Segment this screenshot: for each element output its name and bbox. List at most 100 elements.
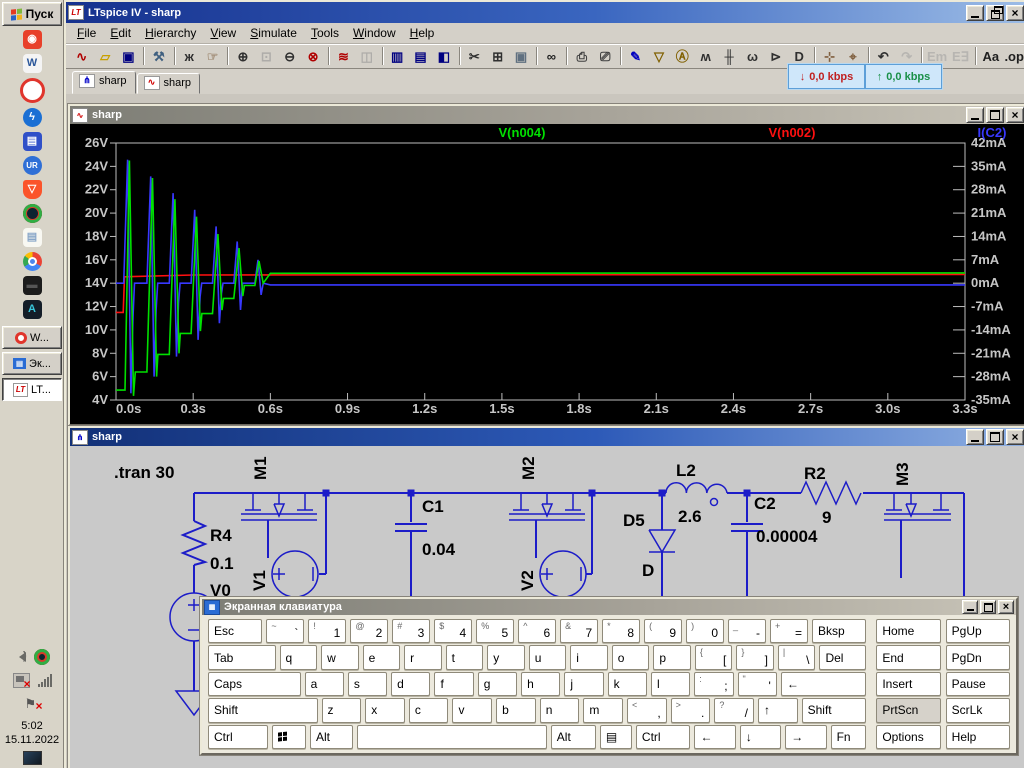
end-key[interactable]: End: [876, 645, 940, 669]
r-key[interactable]: r: [404, 645, 442, 669]
ur-browser-icon[interactable]: UR: [23, 156, 42, 175]
Shift-key[interactable]: Shift: [208, 698, 318, 722]
label-c2-value[interactable]: 0.00004: [756, 527, 818, 546]
alltrades-icon[interactable]: A: [23, 300, 42, 319]
component-c1[interactable]: C1 0.04: [395, 497, 456, 559]
new-schematic-button[interactable]: ∿: [70, 45, 93, 67]
5-key[interactable]: %5: [476, 619, 514, 643]
pgup-key[interactable]: PgUp: [946, 619, 1010, 643]
space-key[interactable]: [357, 725, 547, 749]
main-titlebar[interactable]: LT LTspice IV - sharp ×: [66, 2, 1024, 23]
spice-directive-text[interactable]: .tran 30: [114, 463, 174, 482]
trace-label-vn004[interactable]: V(n004): [499, 125, 546, 140]
place-resistor-button[interactable]: ʍ: [694, 45, 717, 67]
osk-titlebar[interactable]: ▦ Экранная клавиатура ×: [202, 599, 1016, 615]
scrlk-key[interactable]: ScrLk: [946, 698, 1010, 722]
display-tray-icon[interactable]: [23, 751, 42, 765]
draw-wire-button[interactable]: ✎: [624, 45, 647, 67]
place-inductor-button[interactable]: ω: [741, 45, 764, 67]
enter-key[interactable]: ←: [781, 672, 866, 696]
g-key[interactable]: g: [478, 672, 517, 696]
Fn-key[interactable]: Fn: [831, 725, 867, 749]
component-d5[interactable]: D5 D: [623, 511, 675, 580]
component-m3[interactable]: M3: [884, 462, 951, 520]
label-m3[interactable]: M3: [893, 462, 912, 486]
menu-edit[interactable]: Edit: [103, 24, 138, 42]
waveform-plot-area[interactable]: 0.0s0.3s0.6s0.9s1.2s1.5s1.8s2.1s2.4s2.7s…: [70, 124, 1024, 424]
d-key[interactable]: d: [391, 672, 430, 696]
Caps-key[interactable]: Caps: [208, 672, 301, 696]
label-r2[interactable]: R2: [804, 464, 826, 483]
Ctrl-key[interactable]: Ctrl: [208, 725, 268, 749]
label-c2[interactable]: C2: [754, 494, 776, 513]
q-key[interactable]: q: [280, 645, 318, 669]
backtick-key[interactable]: ~`: [266, 619, 304, 643]
label-v1[interactable]: V1: [250, 570, 269, 591]
component-m2[interactable]: M2: [509, 456, 585, 520]
label-c1-value[interactable]: 0.04: [422, 540, 456, 559]
tile-horizontally-button[interactable]: ▤: [409, 45, 432, 67]
menu-key[interactable]: ▤: [600, 725, 632, 749]
Tab-key[interactable]: Tab: [208, 645, 276, 669]
label-c1[interactable]: C1: [422, 497, 444, 516]
notepad-icon[interactable]: ▤: [23, 228, 42, 247]
run-button[interactable]: ж: [178, 45, 201, 67]
7-key[interactable]: &7: [560, 619, 598, 643]
x-key[interactable]: x: [365, 698, 405, 722]
zoom-full-extents-button[interactable]: ⊗: [301, 45, 324, 67]
9-key[interactable]: (9: [644, 619, 682, 643]
slash-key[interactable]: ?/: [714, 698, 754, 722]
schematic-titlebar[interactable]: ⋔ sharp ×: [70, 428, 1024, 446]
wave-minimize-button[interactable]: [966, 107, 984, 123]
spice-directive-button[interactable]: .op: [1003, 45, 1024, 67]
component-c2[interactable]: C2 0.00004: [731, 494, 818, 546]
taskbar-clock[interactable]: 5:02 15.11.2022: [5, 719, 59, 747]
lbracket-key[interactable]: {[: [695, 645, 733, 669]
paste-button[interactable]: ▣: [509, 45, 532, 67]
arrow-right-key[interactable]: →: [785, 725, 826, 749]
schem-close-button[interactable]: ×: [1006, 429, 1024, 445]
brave-icon[interactable]: ▽: [23, 180, 42, 199]
win-key[interactable]: [272, 725, 306, 749]
comma-key[interactable]: <,: [627, 698, 667, 722]
h-key[interactable]: h: [521, 672, 560, 696]
label-v2[interactable]: V2: [518, 570, 537, 591]
rbracket-key[interactable]: }]: [736, 645, 774, 669]
m-key[interactable]: m: [583, 698, 623, 722]
control-panel-button[interactable]: ⚒: [147, 45, 170, 67]
label-l2-value[interactable]: 2.6: [678, 507, 702, 526]
i-key[interactable]: i: [570, 645, 608, 669]
pgdn-key[interactable]: PgDn: [946, 645, 1010, 669]
semicolon-key[interactable]: :;: [694, 672, 733, 696]
pause-key[interactable]: Pause: [946, 672, 1010, 696]
find-button[interactable]: ∞: [540, 45, 563, 67]
label-l2[interactable]: L2: [676, 461, 696, 480]
restore-button[interactable]: [986, 5, 1004, 21]
quote-key[interactable]: "': [738, 672, 777, 696]
8-key[interactable]: *8: [602, 619, 640, 643]
minimize-button[interactable]: [966, 5, 984, 21]
component-r2[interactable]: R2 9: [801, 464, 861, 527]
save-button[interactable]: ▣: [117, 45, 140, 67]
z-key[interactable]: z: [322, 698, 362, 722]
k-key[interactable]: k: [608, 672, 647, 696]
n-key[interactable]: n: [540, 698, 580, 722]
menu-file[interactable]: File: [70, 24, 103, 42]
zoom-out-button[interactable]: ⊖: [278, 45, 301, 67]
alt-right-key[interactable]: Alt: [551, 725, 596, 749]
open-button[interactable]: ▱: [93, 45, 116, 67]
copy-button[interactable]: ⊞: [486, 45, 509, 67]
Alt-key[interactable]: Alt: [310, 725, 353, 749]
waveform-titlebar[interactable]: ∿ sharp ×: [70, 106, 1024, 124]
y-key[interactable]: y: [487, 645, 525, 669]
menu-help[interactable]: Help: [403, 24, 442, 42]
osk-maximize-button[interactable]: [980, 600, 996, 614]
component-l2[interactable]: L2 2.6: [666, 461, 727, 526]
w-key[interactable]: w: [321, 645, 359, 669]
wave-maximize-button[interactable]: [986, 107, 1004, 123]
zoom-in-button[interactable]: ⊕: [231, 45, 254, 67]
6-key[interactable]: ^6: [518, 619, 556, 643]
tile-vertically-button[interactable]: ▥: [386, 45, 409, 67]
b-key[interactable]: b: [496, 698, 536, 722]
lightning-icon[interactable]: ϟ: [23, 108, 42, 127]
